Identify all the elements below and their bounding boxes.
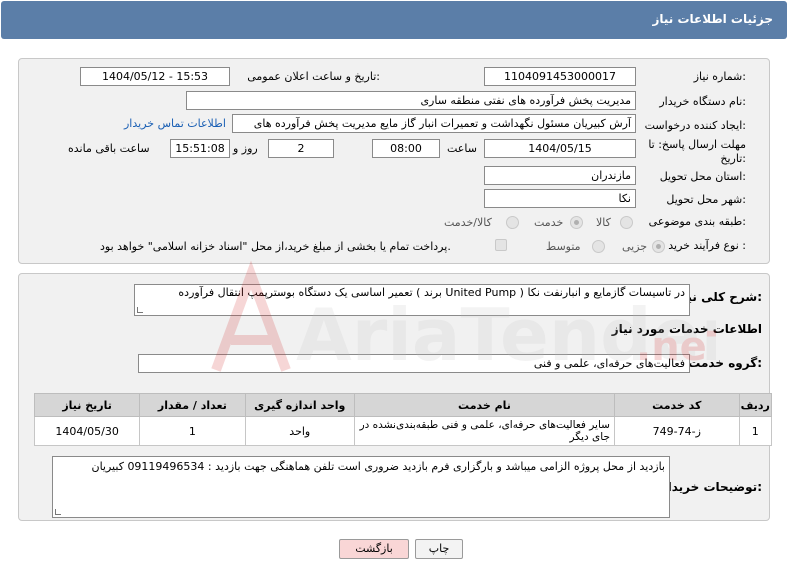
col-qty: تعداد / مقدار [139,393,246,417]
services-table: تاریخ نیاز تعداد / مقدار واحد اندازه گیر… [33,393,773,446]
buyer-notes-resize-handle[interactable] [55,509,61,515]
announce-datetime-field: 1404/05/12 - 15:53 [80,67,230,86]
col-unit: واحد اندازه گیری [244,393,356,417]
buyer-notes-field: بازدید از محل پروژه الزامی میباشد و بارگ… [52,456,670,518]
cell-service-name: سایر فعالیت‌های حرفه‌ای، علمی و فنی طبقه… [354,416,615,446]
purchase-type-radio-minor[interactable] [652,240,665,253]
page-header: جزئیات اطلاعات نیاز [1,1,787,39]
table-row: 1404/05/30 1 واحد سایر فعالیت‌های حرفه‌ا… [33,416,773,446]
deadline-date-field: 1404/05/15 [484,139,636,158]
cell-row: 1 [738,416,773,446]
service-group-field: فعالیت‌های حرفه‌ای، علمی و فنی [138,354,690,373]
back-button[interactable]: بازگشت [339,539,409,559]
requester-field: آرش کبیریان مسئول نگهداشت و تعمیرات انبا… [232,114,636,133]
category-option-service: خدمت [534,216,564,229]
province-field: مازندران [484,166,636,185]
purchase-type-option-minor: جزیی [622,240,648,253]
print-button[interactable]: چاپ [415,539,463,559]
col-service-name: نام خدمت [354,393,615,417]
cell-service-code: ز-74-749 [613,416,740,446]
announce-datetime-label: تاریخ و ساعت اعلان عمومی: [247,70,380,83]
remaining-time-field: 15:51:08 [170,139,230,158]
deadline-label-date: تاریخ: [720,152,746,165]
page-title: جزئیات اطلاعات نیاز [652,12,773,26]
deadline-days-field: 2 [268,139,334,158]
deadline-days-label: روز و [233,142,258,155]
purchase-type-label: نوع فرآیند خرید : [668,239,746,252]
category-label: طبقه بندی موضوعی: [648,215,746,228]
buyer-org-label: نام دستگاه خریدار: [659,95,746,108]
city-label: شهر محل تحویل: [666,193,746,206]
buyer-contact-link[interactable]: اطلاعات تماس خریدار [124,117,226,130]
treasury-payment-note: پرداخت تمام یا بخشی از مبلغ خرید،از محل … [100,240,451,253]
col-service-code: کد خدمت [613,393,740,417]
buyer-org-field: مدیریت پخش فرآورده های نفتی منطقه ساری [186,91,636,110]
province-label: استان محل تحویل: [659,170,746,183]
need-number-field: 1104091453000017 [484,67,636,86]
cell-date: 1404/05/30 [33,416,141,446]
city-field: نکا [484,189,636,208]
treasury-payment-checkbox[interactable] [495,239,507,251]
requester-label: ایجاد کننده درخواست: [644,119,746,132]
deadline-time-label: ساعت [447,142,477,155]
service-group-label: گروه خدمت: [688,356,762,370]
category-radio-service[interactable] [570,216,583,229]
cell-qty: 1 [139,416,246,446]
deadline-time-field: 08:00 [372,139,440,158]
category-option-goods-service: کالا/خدمت [444,216,492,229]
need-info-panel [18,58,770,264]
deadline-label: مهلت ارسال پاسخ: تا [648,138,746,151]
category-radio-goods-service[interactable] [506,216,519,229]
col-date: تاریخ نیاز [33,393,141,417]
category-radio-goods[interactable] [620,216,633,229]
summary-resize-handle[interactable] [137,307,143,313]
remaining-time-label: ساعت باقی مانده [68,142,150,155]
col-row: ردیف [738,393,773,417]
summary-field: تعمیر اساسی یک دستگاه بوسترپمپ انتقال فر… [134,284,690,316]
services-table-header: تاریخ نیاز تعداد / مقدار واحد اندازه گیر… [33,393,773,417]
services-section-title: اطلاعات خدمات مورد نیاز [611,322,762,336]
purchase-type-radio-medium[interactable] [592,240,605,253]
purchase-type-option-medium: متوسط [546,240,581,253]
category-option-goods: کالا [596,216,611,229]
buyer-notes-label: توضیحات خریدار: [660,480,762,494]
need-number-label: شماره نیاز: [693,70,746,83]
cell-unit: واحد [244,416,356,446]
